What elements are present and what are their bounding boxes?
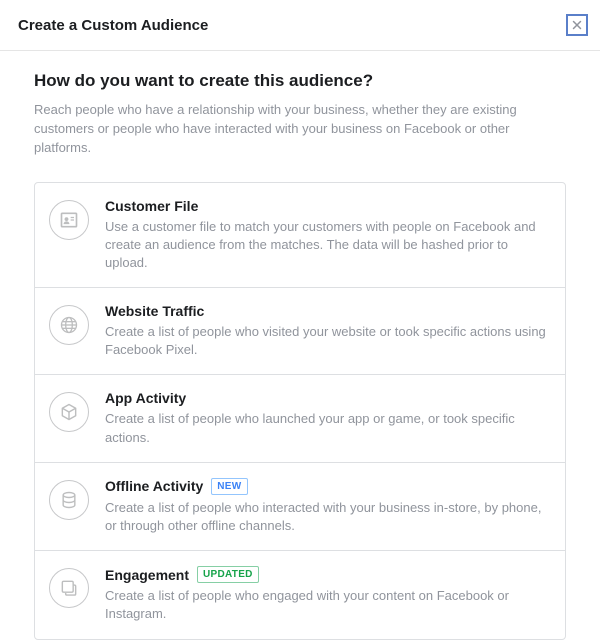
option-title: Website Traffic xyxy=(105,303,204,319)
globe-icon xyxy=(49,305,89,345)
option-body: Engagement UPDATED Create a list of peop… xyxy=(105,566,549,623)
option-app-activity[interactable]: App Activity Create a list of people who… xyxy=(35,375,565,462)
box-icon xyxy=(49,392,89,432)
engagement-icon xyxy=(49,568,89,608)
audience-options-list: Customer File Use a customer file to mat… xyxy=(34,182,566,640)
customer-file-icon xyxy=(49,200,89,240)
option-description: Create a list of people who engaged with… xyxy=(105,587,549,623)
question-subtext: Reach people who have a relationship wit… xyxy=(34,101,566,158)
option-body: App Activity Create a list of people who… xyxy=(105,390,549,446)
option-title-row: Customer File xyxy=(105,198,549,214)
option-title-row: Engagement UPDATED xyxy=(105,566,549,583)
option-engagement[interactable]: Engagement UPDATED Create a list of peop… xyxy=(35,551,565,638)
option-title-row: Website Traffic xyxy=(105,303,549,319)
option-title: Engagement xyxy=(105,567,189,583)
option-title-row: App Activity xyxy=(105,390,549,406)
option-title: Offline Activity xyxy=(105,478,203,494)
close-button[interactable] xyxy=(566,14,588,36)
option-website-traffic[interactable]: Website Traffic Create a list of people … xyxy=(35,288,565,375)
modal-body: How do you want to create this audience?… xyxy=(0,51,600,640)
option-title: App Activity xyxy=(105,390,186,406)
new-badge: NEW xyxy=(211,478,247,495)
database-icon xyxy=(49,480,89,520)
modal-title: Create a Custom Audience xyxy=(18,17,208,34)
option-title: Customer File xyxy=(105,198,198,214)
option-description: Use a customer file to match your custom… xyxy=(105,218,549,273)
option-offline-activity[interactable]: Offline Activity NEW Create a list of pe… xyxy=(35,463,565,551)
updated-badge: UPDATED xyxy=(197,566,259,583)
option-body: Offline Activity NEW Create a list of pe… xyxy=(105,478,549,535)
question-heading: How do you want to create this audience? xyxy=(34,71,566,91)
option-description: Create a list of people who visited your… xyxy=(105,323,549,359)
option-title-row: Offline Activity NEW xyxy=(105,478,549,495)
create-custom-audience-modal: Create a Custom Audience How do you want… xyxy=(0,0,600,609)
option-customer-file[interactable]: Customer File Use a customer file to mat… xyxy=(35,183,565,289)
close-icon xyxy=(571,19,583,31)
option-description: Create a list of people who launched you… xyxy=(105,410,549,446)
modal-header: Create a Custom Audience xyxy=(0,0,600,51)
option-body: Customer File Use a customer file to mat… xyxy=(105,198,549,273)
option-body: Website Traffic Create a list of people … xyxy=(105,303,549,359)
option-description: Create a list of people who interacted w… xyxy=(105,499,549,535)
